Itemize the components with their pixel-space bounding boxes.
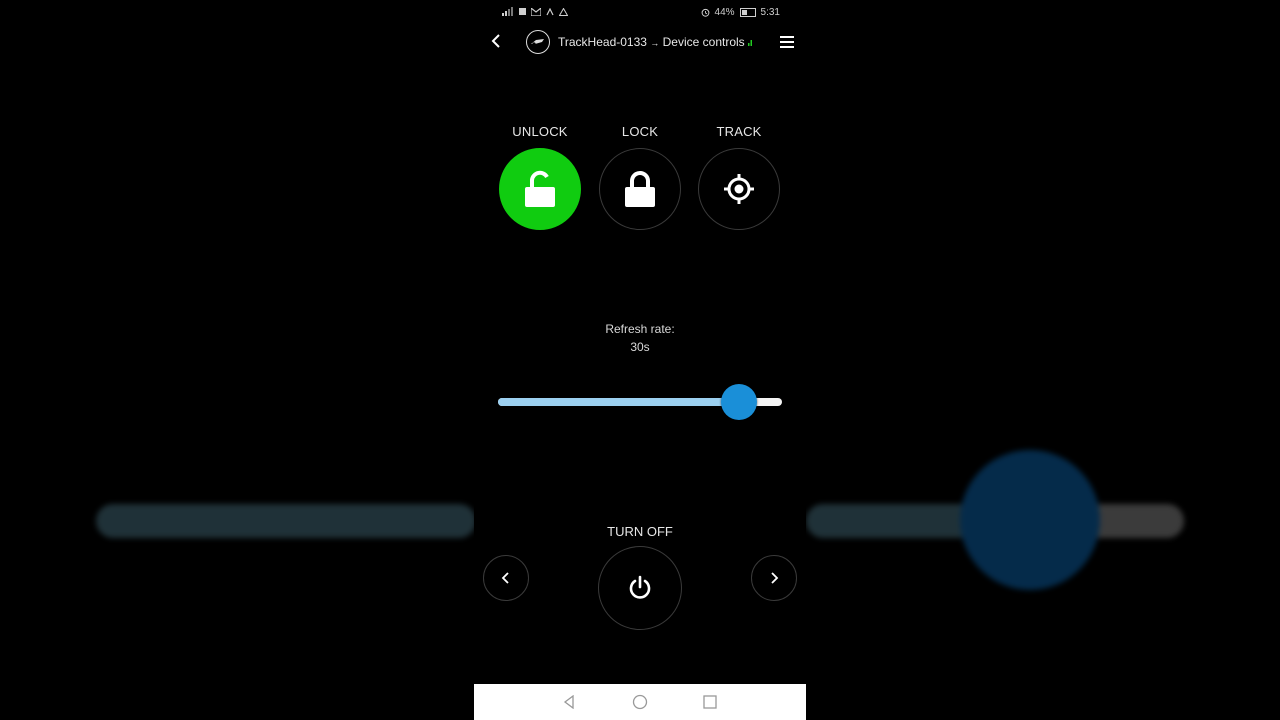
menu-button[interactable] (780, 36, 794, 50)
square-recents-icon (703, 695, 717, 709)
background-slider-track-left (96, 504, 476, 538)
triangle-back-icon (563, 695, 574, 709)
signal-icon (502, 7, 513, 16)
unlock-icon (525, 170, 555, 207)
title-separator: → (650, 38, 660, 48)
mail-icon (531, 7, 541, 16)
unlock-button[interactable] (499, 148, 581, 230)
refresh-rate-label: Refresh rate: (605, 322, 675, 336)
unlock-label: UNLOCK (512, 124, 568, 139)
hamburger-icon-bar (780, 36, 794, 38)
connection-status-icon (748, 40, 752, 46)
system-back-button[interactable] (559, 692, 579, 712)
phone-screen: 44% 5:31 TrackHead-0133 → Device control… (474, 0, 806, 720)
refresh-rate-value: 30s (630, 340, 650, 354)
status-icons-right: 44% 5:31 (701, 7, 780, 18)
lock-label: LOCK (621, 124, 659, 139)
track-label: TRACK (716, 124, 762, 139)
crosshair-icon (724, 174, 754, 204)
chevron-right-icon (771, 572, 779, 584)
previous-button[interactable] (483, 555, 529, 601)
screen: 44% 5:31 TrackHead-0133 → Device control… (0, 0, 1280, 720)
background-slider-thumb (960, 450, 1100, 590)
track-button[interactable] (698, 148, 780, 230)
back-button[interactable] (484, 30, 508, 54)
lock-control: LOCK (598, 124, 682, 230)
trackhead-logo-icon (531, 39, 544, 46)
unlock-control: UNLOCK (498, 124, 582, 230)
battery-percent: 44% (714, 7, 735, 18)
turn-off-button[interactable] (598, 546, 682, 630)
next-button[interactable] (751, 555, 797, 601)
hamburger-icon-bar (780, 46, 794, 48)
circle-home-icon (632, 694, 648, 710)
power-icon (629, 575, 651, 599)
slider-thumb[interactable] (721, 384, 757, 420)
status-bar: 44% 5:31 (474, 4, 806, 22)
refresh-rate-slider[interactable] (498, 384, 782, 420)
track-control: TRACK (697, 124, 781, 230)
status-icons-left (502, 7, 568, 16)
chevron-left-icon (491, 34, 500, 48)
clock: 5:31 (760, 7, 780, 18)
turn-off-label: TURN OFF (607, 524, 673, 539)
warning-icon (559, 7, 568, 16)
slider-fill (498, 398, 739, 406)
page-title: TrackHead-0133 → Device controls (558, 35, 753, 49)
system-home-button[interactable] (630, 692, 650, 712)
lock-icon (625, 171, 655, 207)
system-recents-button[interactable] (700, 692, 720, 712)
battery-icon (739, 8, 756, 17)
app-bar: TrackHead-0133 → Device controls (474, 26, 806, 60)
system-navigation-bar (474, 684, 806, 720)
hamburger-icon-bar (780, 41, 794, 43)
chevron-left-icon (501, 572, 509, 584)
app-notification-icon (546, 7, 554, 15)
app-logo (526, 30, 550, 54)
section-name: Device controls (662, 35, 745, 49)
lock-button[interactable] (599, 148, 681, 230)
device-name: TrackHead-0133 (558, 35, 647, 49)
notification-icon (519, 8, 526, 15)
alarm-icon (701, 8, 709, 17)
